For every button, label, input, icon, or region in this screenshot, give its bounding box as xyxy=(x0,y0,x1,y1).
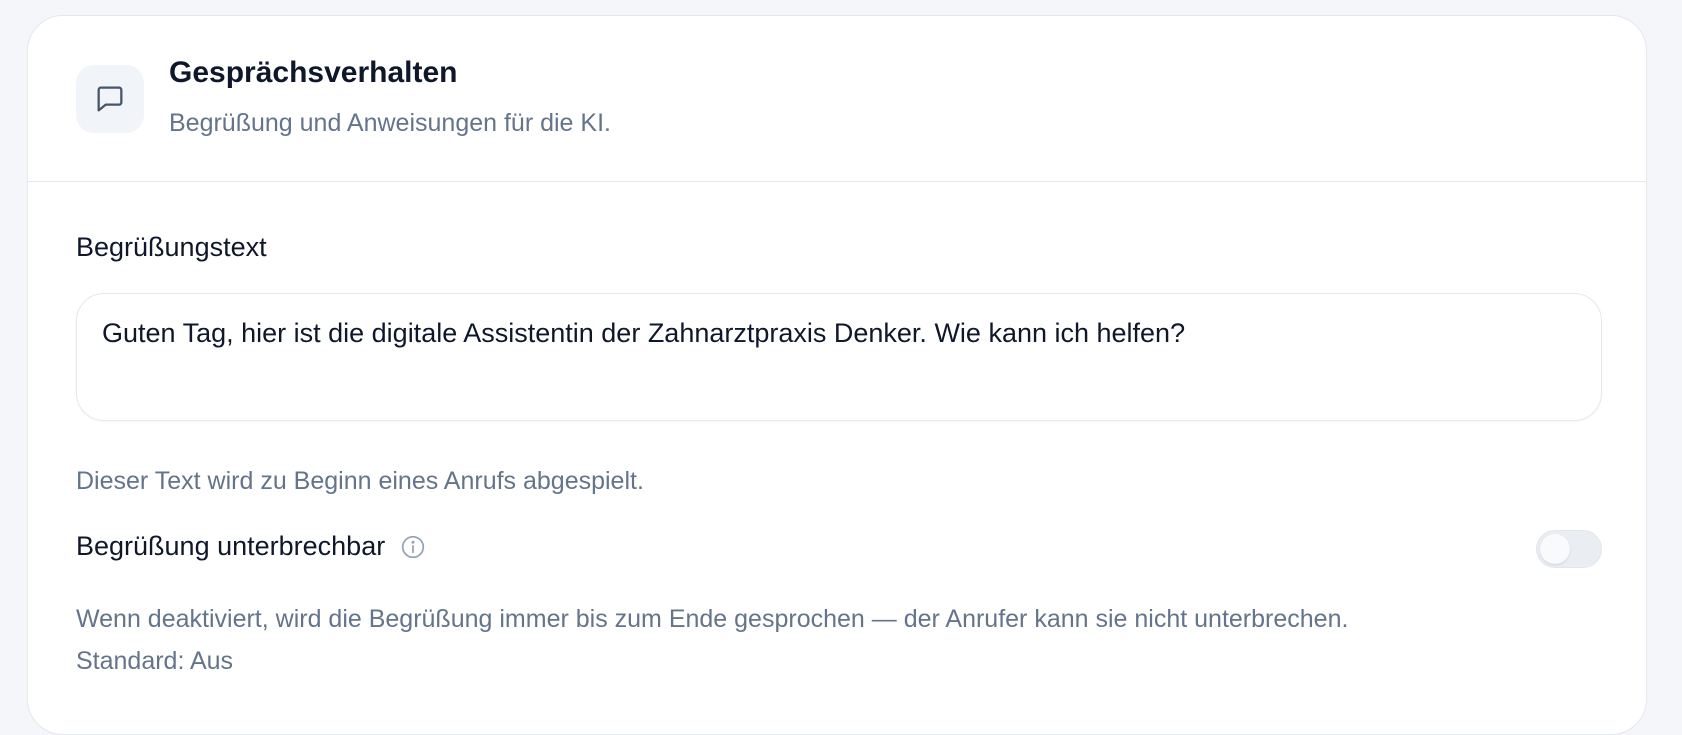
interruptible-toggle[interactable] xyxy=(1536,530,1602,568)
chat-bubble-icon xyxy=(76,65,144,133)
greeting-label: Begrüßungstext xyxy=(76,232,267,262)
info-circle-icon[interactable] xyxy=(399,533,427,561)
interruptible-label: Begrüßung unterbrechbar xyxy=(76,531,386,561)
interruptible-description: Wenn deaktiviert, wird die Begrüßung imm… xyxy=(76,605,1349,675)
settings-card: Gesprächsverhalten Begrüßung und Anweisu… xyxy=(27,15,1647,735)
card-header: Gesprächsverhalten Begrüßung und Anweisu… xyxy=(28,16,1646,182)
interruptible-label-row: Begrüßung unterbrechbar xyxy=(76,531,427,562)
greeting-help-text: Dieser Text wird zu Beginn eines Anrufs … xyxy=(76,467,644,495)
toggle-knob xyxy=(1540,534,1570,564)
section-title: Gesprächsverhalten xyxy=(169,56,458,89)
greeting-textarea[interactable] xyxy=(76,293,1602,421)
section-subtitle: Begrüßung und Anweisungen für die KI. xyxy=(169,109,611,137)
